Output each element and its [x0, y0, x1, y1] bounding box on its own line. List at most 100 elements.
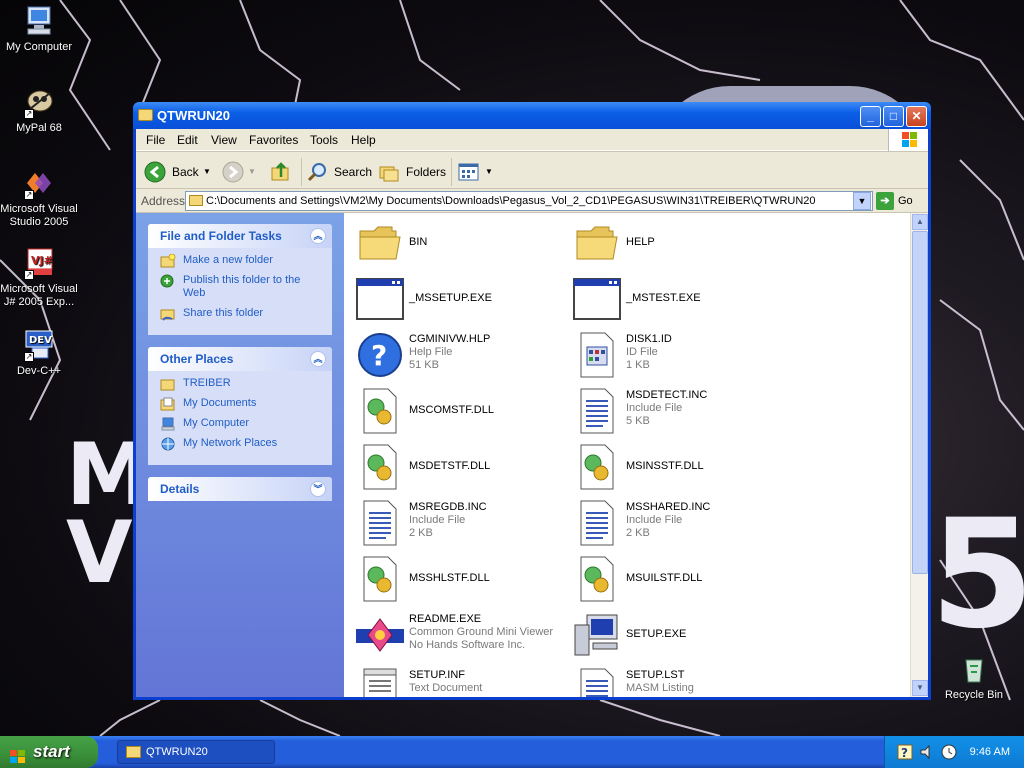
task-publish-folder[interactable]: Publish this folder to the Web — [160, 274, 322, 300]
file-item[interactable]: MSINSSTF.DLL — [569, 440, 785, 494]
maximize-button[interactable]: □ — [883, 106, 904, 127]
desktop-icon-visual-jsharp[interactable]: VJ# ↗ Microsoft Visual J# 2005 Exp... — [0, 246, 78, 309]
menu-file[interactable]: File — [146, 133, 165, 147]
speaker-icon[interactable] — [919, 744, 935, 760]
panel-header[interactable]: Other Places ︽ — [148, 347, 332, 371]
file-type: ID File — [626, 346, 658, 358]
chevron-down-icon[interactable]: ▼ — [485, 159, 493, 185]
start-button[interactable]: start — [0, 736, 98, 768]
place-treiber[interactable]: TREIBER — [160, 377, 322, 391]
taskbar-button-label: QTWRUN20 — [146, 746, 208, 758]
file-item[interactable]: _MSSETUP.EXE — [352, 272, 568, 326]
title-bar[interactable]: QTWRUN20 _ □ ✕ — [133, 102, 931, 129]
file-item[interactable]: HELP — [569, 216, 785, 270]
task-label: Share this folder — [183, 307, 264, 319]
collapse-icon[interactable]: ︽ — [310, 351, 326, 367]
exe-window-icon — [356, 275, 404, 323]
place-label: My Network Places — [183, 437, 278, 449]
file-item[interactable]: SETUP.EXE — [569, 608, 785, 662]
clock-icon[interactable] — [941, 744, 957, 760]
menu-favorites[interactable]: Favorites — [249, 133, 298, 147]
place-my-computer[interactable]: My Computer — [160, 417, 322, 431]
scroll-up-button[interactable]: ▲ — [912, 214, 928, 230]
file-item[interactable]: README.EXE Common Ground Mini Viewer No Ha… — [352, 608, 568, 662]
file-name: DISK1.ID — [626, 333, 672, 345]
file-item[interactable]: DISK1.ID ID File 1 KB — [569, 328, 785, 382]
file-size: No Hands Software Inc. — [409, 639, 526, 651]
panel-header[interactable]: File and Folder Tasks ︽ — [148, 224, 332, 248]
go-button[interactable]: ➔ Go — [876, 191, 913, 211]
place-my-documents[interactable]: My Documents — [160, 397, 322, 411]
taskbar-button-qtwrun20[interactable]: QTWRUN20 — [117, 740, 275, 764]
file-item[interactable]: MSSHLSTF.DLL — [352, 552, 568, 606]
file-text: DISK1.ID ID File 1 KB — [626, 333, 672, 372]
file-text: HELP — [626, 236, 655, 249]
chevron-down-icon[interactable]: ▼ — [203, 159, 211, 185]
address-bar: Address C:\Documents and Settings\VM2\My… — [136, 189, 928, 213]
file-item[interactable]: ? CGMINIVW.HLP Help File 51 KB — [352, 328, 568, 382]
scroll-down-button[interactable]: ▼ — [912, 680, 928, 696]
file-item[interactable]: SETUP.LST MASM Listing — [569, 664, 785, 697]
file-item[interactable]: SETUP.INF Text Document — [352, 664, 568, 697]
file-type: Common Ground Mini Viewer — [409, 626, 554, 638]
svg-text:?: ? — [371, 339, 387, 372]
file-item[interactable]: BIN — [352, 216, 568, 270]
file-name: BIN — [409, 236, 428, 248]
dll-icon — [356, 555, 404, 603]
id-file-icon — [573, 331, 621, 379]
desktop-icon-visual-studio[interactable]: ↗ Microsoft Visual Studio 2005 — [0, 166, 78, 229]
menu-edit[interactable]: Edit — [177, 133, 198, 147]
menu-help[interactable]: Help — [351, 133, 376, 147]
desktop-icon-my-computer[interactable]: My Computer — [0, 4, 78, 54]
file-item[interactable]: MSUILSTF.DLL — [569, 552, 785, 606]
minimize-button[interactable]: _ — [860, 106, 881, 127]
file-item[interactable]: _MSTEST.EXE — [569, 272, 785, 326]
task-make-new-folder[interactable]: Make a new folder — [160, 253, 322, 268]
my-computer-icon — [160, 417, 176, 431]
file-text: MSINSSTF.DLL — [626, 460, 704, 473]
folder-icon — [138, 109, 153, 121]
help-icon[interactable]: ? — [897, 744, 913, 760]
desktop-icon-mypal[interactable]: ↗ MyPal 68 — [0, 85, 78, 135]
menu-tools[interactable]: Tools — [310, 133, 338, 147]
panel-header[interactable]: Details ︾ — [148, 477, 332, 501]
folders-button[interactable]: Folders — [378, 159, 446, 185]
chevron-down-icon[interactable]: ▼ — [248, 159, 256, 185]
file-item[interactable]: MSDETSTF.DLL — [352, 440, 568, 494]
menu-view[interactable]: View — [211, 133, 237, 147]
back-button[interactable]: Back ▼ — [144, 159, 214, 185]
forward-arrow-icon — [222, 161, 244, 183]
collapse-icon[interactable]: ︽ — [310, 228, 326, 244]
desktop-icon-recycle-bin[interactable]: Recycle Bin — [935, 652, 1013, 702]
up-folder-button[interactable] — [270, 159, 294, 185]
file-text: README.EXE Common Ground Mini Viewer No Ha… — [409, 613, 553, 652]
close-button[interactable]: ✕ — [906, 106, 927, 127]
windows-logo-icon — [9, 744, 27, 763]
go-label: Go — [898, 195, 913, 207]
address-input[interactable]: C:\Documents and Settings\VM2\My Documen… — [185, 191, 873, 211]
desktop-icon-dev-cpp[interactable]: DEV ↗ Dev-C++ — [0, 328, 78, 378]
task-share-folder[interactable]: Share this folder — [160, 307, 322, 321]
taskbar-clock[interactable]: 9:46 AM — [970, 736, 1010, 768]
taskbar: start QTWRUN20 ? 9:46 AM — [0, 736, 1024, 768]
file-item[interactable]: MSDETECT.INC Include File 5 KB — [569, 384, 785, 438]
shortcut-arrow-icon: ↗ — [24, 270, 34, 280]
file-item[interactable]: MSCOMSTF.DLL — [352, 384, 568, 438]
file-text: MSSHARED.INC Include File 2 KB — [626, 501, 710, 540]
file-item[interactable]: MSREGDB.INC Include File 2 KB — [352, 496, 568, 550]
desktop-icon-label: Recycle Bin — [944, 689, 1004, 701]
forward-button[interactable]: ▼ — [222, 159, 260, 185]
file-item[interactable]: MSSHARED.INC Include File 2 KB — [569, 496, 785, 550]
scroll-thumb[interactable] — [912, 231, 928, 574]
file-name: MSSHARED.INC — [626, 501, 711, 513]
address-dropdown-button[interactable]: ▼ — [853, 192, 871, 210]
vertical-scrollbar[interactable]: ▲ ▼ — [910, 213, 928, 697]
views-button[interactable]: ▼ — [458, 159, 494, 185]
wallpaper-letter: 5 — [930, 488, 1024, 662]
place-my-network-places[interactable]: My Network Places — [160, 437, 322, 451]
search-button[interactable]: Search — [306, 159, 372, 185]
address-value: C:\Documents and Settings\VM2\My Documen… — [206, 195, 816, 207]
file-name: SETUP.LST — [626, 669, 685, 681]
start-label: start — [33, 742, 70, 761]
expand-icon[interactable]: ︾ — [310, 481, 326, 497]
